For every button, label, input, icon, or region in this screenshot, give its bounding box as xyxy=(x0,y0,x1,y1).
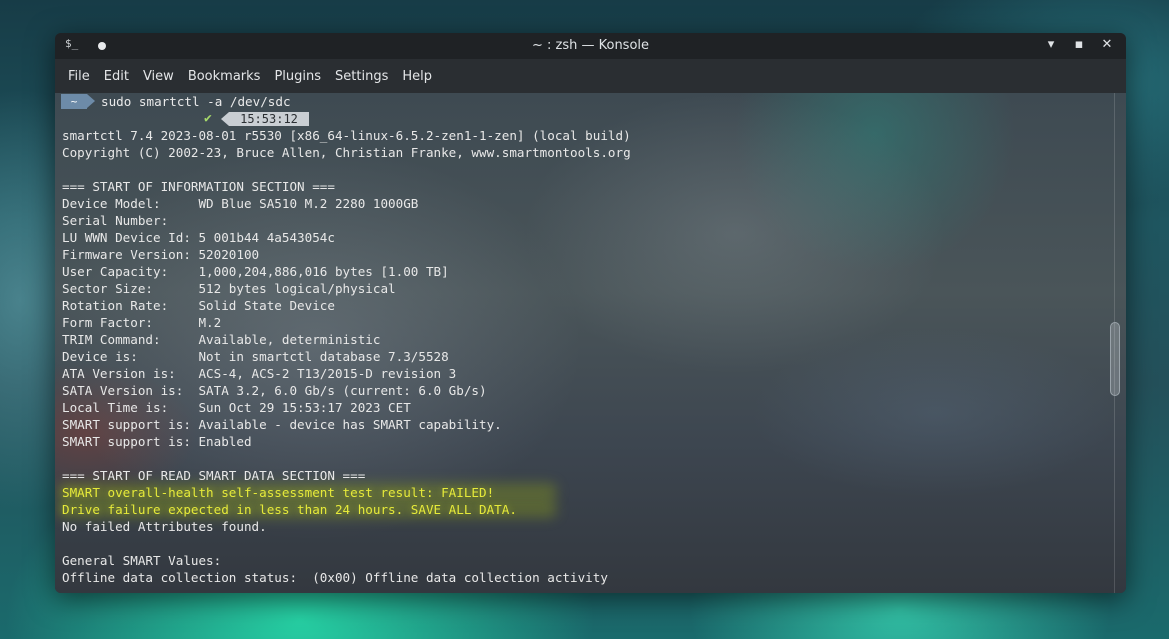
output-line: ATA Version is: ACS-4, ACS-2 T13/2015-D … xyxy=(62,366,457,381)
menu-bar: File Edit View Bookmarks Plugins Setting… xyxy=(55,59,1126,93)
output-line: Rotation Rate: Solid State Device xyxy=(62,298,335,313)
output-line: Sector Size: 512 bytes logical/physical xyxy=(62,281,396,296)
output-line: smartctl 7.4 2023-08-01 r5530 [x86_64-li… xyxy=(62,128,631,143)
window-title: ~ : zsh — Konsole xyxy=(531,38,650,53)
output-line: No failed Attributes found. xyxy=(62,519,267,534)
prompt-time: 15:53:12 xyxy=(229,112,309,126)
menu-plugins[interactable]: Plugins xyxy=(267,63,328,90)
title-bar[interactable]: $_ ~ : zsh — Konsole ▾ ▪ ✕ xyxy=(55,33,1126,59)
output-line: User Capacity: 1,000,204,886,016 bytes [… xyxy=(62,264,449,279)
output-line: Device Model: WD Blue SA510 M.2 2280 100… xyxy=(62,196,419,211)
menu-file[interactable]: File xyxy=(61,63,97,90)
output-line: Copyright (C) 2002-23, Bruce Allen, Chri… xyxy=(62,145,631,160)
output-line: General SMART Values: xyxy=(62,553,222,568)
prompt-arrow-icon xyxy=(87,94,95,108)
output-line: Form Factor: M.2 xyxy=(62,315,222,330)
output-line: LU WWN Device Id: 5 001b44 4a543054c xyxy=(62,230,335,245)
output-line: TRIM Command: Available, deterministic xyxy=(62,332,381,347)
output-line: Local Time is: Sun Oct 29 15:53:17 2023 … xyxy=(62,400,411,415)
time-arrow-icon xyxy=(221,112,229,126)
output-line: Device is: Not in smartctl database 7.3/… xyxy=(62,349,449,364)
terminal-output[interactable]: ~ sudo smartctl -a /dev/sdc ✔ 15:53:12 s… xyxy=(55,93,1126,593)
menu-bookmarks[interactable]: Bookmarks xyxy=(181,63,268,90)
menu-settings[interactable]: Settings xyxy=(328,63,395,90)
output-line: SMART support is: Available - device has… xyxy=(62,417,502,432)
output-line: SMART support is: Enabled xyxy=(62,434,252,449)
health-failed-line: SMART overall-health self-assessment tes… xyxy=(62,485,495,500)
scroll-thumb[interactable] xyxy=(1110,322,1120,396)
menu-edit[interactable]: Edit xyxy=(97,63,136,90)
minimize-button[interactable]: ▾ xyxy=(1044,37,1058,53)
prompt-directory: ~ xyxy=(61,94,87,109)
drive-failure-warning: Drive failure expected in less than 24 h… xyxy=(62,502,517,517)
konsole-window: $_ ~ : zsh — Konsole ▾ ▪ ✕ File Edit Vie… xyxy=(55,33,1126,593)
output-line: SATA Version is: SATA 3.2, 6.0 Gb/s (cur… xyxy=(62,383,487,398)
section-header: === START OF INFORMATION SECTION === xyxy=(62,179,335,194)
success-check-icon: ✔ xyxy=(204,111,212,126)
menu-view[interactable]: View xyxy=(136,63,181,90)
section-header: === START OF READ SMART DATA SECTION === xyxy=(62,468,366,483)
output-line: Offline data collection status: (0x00) O… xyxy=(62,570,608,585)
close-button[interactable]: ✕ xyxy=(1100,37,1114,53)
maximize-button[interactable]: ▪ xyxy=(1072,37,1086,53)
output-line: Firmware Version: 52020100 xyxy=(62,247,260,262)
menu-help[interactable]: Help xyxy=(395,63,439,90)
output-line: Serial Number: xyxy=(62,213,199,228)
scrollbar[interactable] xyxy=(1110,93,1120,593)
prompt-command: sudo smartctl -a /dev/sdc xyxy=(101,94,291,109)
